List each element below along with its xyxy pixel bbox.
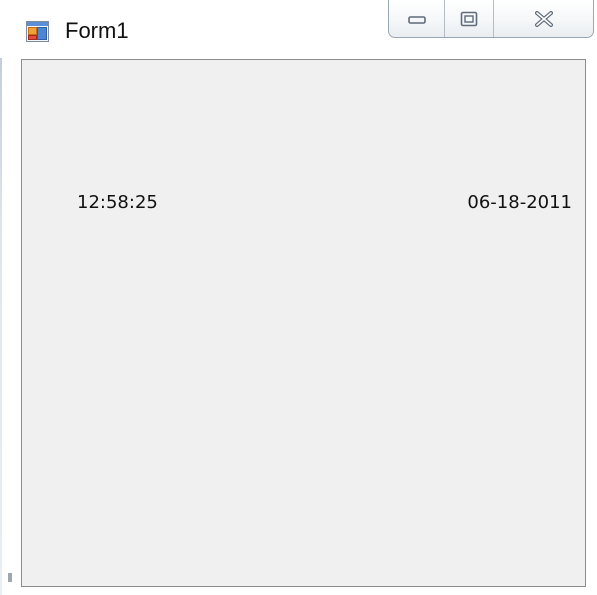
minimize-icon <box>407 15 426 24</box>
minimize-button[interactable] <box>389 0 445 37</box>
title-bar[interactable]: Form1 <box>0 0 597 58</box>
form-app-icon <box>26 21 49 42</box>
date-label: 06-18-2011 <box>467 192 572 213</box>
close-icon <box>534 10 553 27</box>
form1-window: Form1 12:58:25 06-18-2011 <box>0 0 597 595</box>
window-left-edge <box>0 0 2 595</box>
resize-grip[interactable] <box>8 573 12 582</box>
close-button[interactable] <box>494 0 593 37</box>
maximize-button[interactable] <box>445 0 494 37</box>
caption-buttons <box>388 0 594 38</box>
maximize-icon <box>460 11 478 26</box>
window-title: Form1 <box>65 18 129 43</box>
time-label: 12:58:25 <box>77 192 158 213</box>
form-client-area: 12:58:25 06-18-2011 <box>21 59 586 587</box>
